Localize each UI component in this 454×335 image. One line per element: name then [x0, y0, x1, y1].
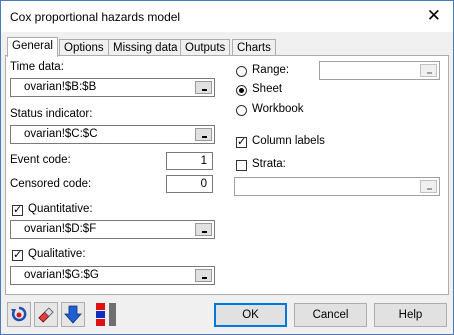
quantitative-field[interactable]: ovarian!$D:$F: [10, 220, 215, 239]
tab-general[interactable]: General: [7, 37, 58, 57]
range-select-button[interactable]: [195, 269, 212, 282]
range-select-button[interactable]: [420, 180, 437, 193]
eraser-button[interactable]: [34, 302, 58, 327]
quantitative-value: ovarian!$D:$F: [24, 223, 97, 235]
event-code-label: Event code:: [10, 154, 71, 166]
eraser-icon: [38, 307, 54, 323]
status-indicator-label: Status indicator:: [10, 108, 93, 120]
qualitative-checkbox[interactable]: [12, 248, 23, 261]
move-down-button[interactable]: [61, 302, 85, 327]
title-bar: Cox proportional hazards model ✕: [1, 1, 453, 32]
range-radio[interactable]: [236, 66, 247, 77]
range-select-button[interactable]: [420, 64, 437, 77]
general-panel: Time data: ovarian!$B:$B Status indicato…: [5, 55, 449, 295]
range-select-button[interactable]: [195, 81, 212, 94]
close-icon[interactable]: ✕: [427, 6, 441, 26]
time-data-label: Time data:: [10, 61, 64, 73]
tab-missing-data[interactable]: Missing data: [108, 39, 183, 56]
qualitative-field[interactable]: ovarian!$G:$G: [10, 266, 215, 285]
workbook-radio[interactable]: [236, 105, 247, 116]
strata-field[interactable]: [234, 177, 440, 196]
button-bar: OK Cancel Help: [1, 296, 453, 334]
cancel-button[interactable]: Cancel: [294, 303, 367, 327]
qualitative-value: ovarian!$G:$G: [24, 269, 99, 281]
color-swatch-icon: [96, 303, 116, 326]
strata-checkbox[interactable]: [236, 160, 247, 171]
ok-button[interactable]: OK: [214, 303, 287, 327]
column-labels-label: Column labels: [252, 135, 325, 147]
tab-charts[interactable]: Charts: [232, 39, 276, 56]
quantitative-label: Quantitative:: [28, 203, 93, 215]
censored-code-field[interactable]: 0: [166, 175, 213, 193]
status-indicator-value: ovarian!$C:$C: [24, 128, 98, 140]
dialog-window: Cox proportional hazards model ✕ General…: [0, 0, 454, 335]
sheet-radio[interactable]: [236, 85, 247, 96]
time-data-value: ovarian!$B:$B: [24, 81, 97, 93]
workbook-radio-label: Workbook: [252, 103, 304, 115]
tab-outputs[interactable]: Outputs: [180, 39, 231, 56]
range-radio-label: Range:: [252, 64, 290, 76]
column-labels-checkbox[interactable]: [236, 135, 247, 148]
strata-label: Strata:: [252, 158, 286, 170]
color-swatch[interactable]: [95, 302, 121, 327]
window-title: Cox proportional hazards model: [10, 10, 181, 24]
censored-code-label: Censored code:: [10, 178, 92, 190]
time-data-field[interactable]: ovarian!$B:$B: [10, 78, 215, 97]
status-indicator-field[interactable]: ovarian!$C:$C: [10, 125, 215, 144]
reset-button[interactable]: [7, 302, 31, 327]
help-button[interactable]: Help: [374, 303, 447, 327]
quantitative-checkbox[interactable]: [12, 203, 23, 216]
tab-options[interactable]: Options: [59, 39, 109, 56]
qualitative-label: Qualitative:: [28, 248, 86, 260]
event-code-field[interactable]: 1: [166, 152, 213, 170]
output-range-field[interactable]: [319, 61, 440, 80]
sheet-radio-label: Sheet: [252, 83, 283, 95]
range-select-button[interactable]: [195, 128, 212, 141]
reset-icon: [11, 306, 27, 322]
down-arrow-icon: [64, 305, 82, 324]
range-select-button[interactable]: [195, 223, 212, 236]
